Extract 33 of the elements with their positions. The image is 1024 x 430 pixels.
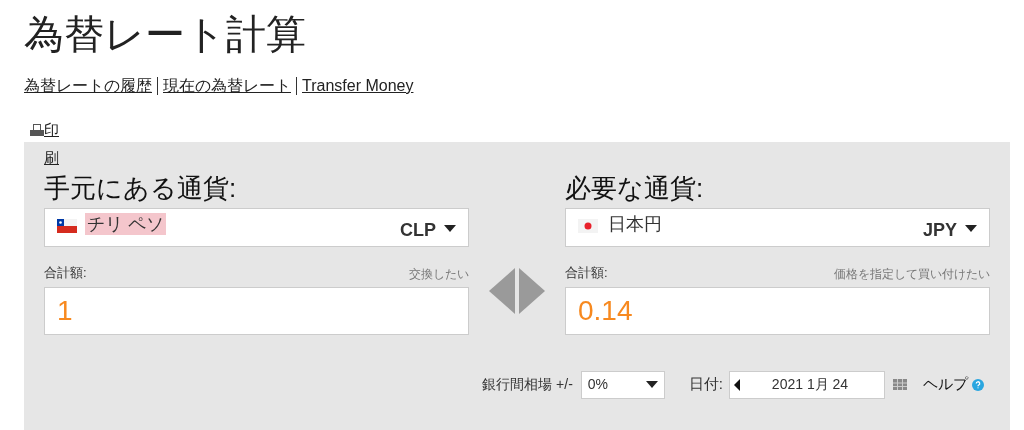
flag-icon <box>57 219 77 233</box>
interbank-label: 銀行間相場 +/- <box>482 375 573 394</box>
date-label: 日付: <box>688 374 723 395</box>
caret-icon <box>645 381 658 388</box>
amount-hint: 交換したい <box>409 265 469 283</box>
currency-code: JPY <box>922 219 957 242</box>
caret-icon <box>444 225 456 232</box>
calendar-icon <box>893 379 907 390</box>
currency-select[interactable]: チリ ペソ CLP <box>44 208 469 247</box>
help-icon <box>972 378 984 391</box>
nav-link[interactable]: Transfer Money <box>302 74 414 98</box>
caret-icon <box>965 225 977 232</box>
currency-code: CLP <box>400 219 436 242</box>
flag-icon <box>578 219 598 233</box>
amount-hint: 価格を指定して買い付けたい <box>834 265 990 283</box>
swap-button[interactable] <box>489 268 545 314</box>
amount-label: 合計額: <box>565 264 608 282</box>
previous-arrow-icon <box>734 378 740 391</box>
nav-link[interactable]: 為替レートの履歴 <box>24 74 152 98</box>
page-title: 為替レート計算 <box>24 11 307 58</box>
printer-icon <box>30 124 44 136</box>
amount-label: 合計額: <box>44 264 87 282</box>
currency-heading: 必要な通貨: <box>565 172 705 204</box>
help-link[interactable]: ヘルプ <box>923 373 968 396</box>
swap-icon <box>489 268 545 314</box>
print-link[interactable]: 印刷 <box>44 116 60 172</box>
currency-name: チリ ペソ <box>85 213 166 235</box>
interbank-select[interactable]: 0% <box>580 370 665 399</box>
currency-select[interactable]: 日本円 JPY <box>565 208 990 247</box>
currency-heading: 手元にある通貨: <box>44 172 238 204</box>
nav-link[interactable]: 現在の為替レート <box>163 74 291 98</box>
date-field[interactable]: 2021 1月 24 <box>729 370 885 399</box>
currency-name: 日本円 <box>607 213 663 235</box>
